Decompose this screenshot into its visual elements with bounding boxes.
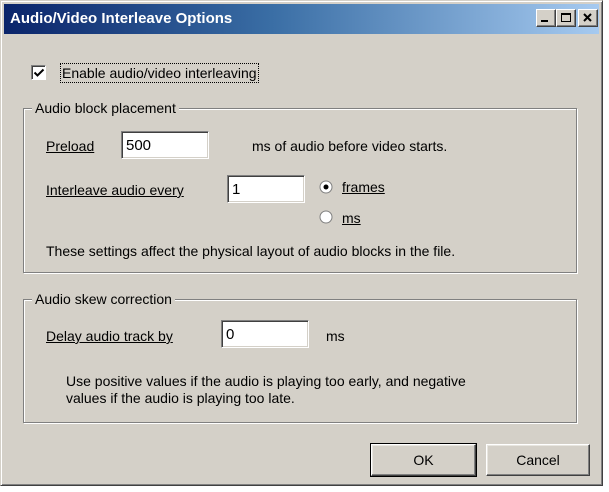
ms-label: ms bbox=[342, 209, 361, 227]
delay-label: Delay audio track by bbox=[46, 327, 173, 345]
enable-interleave-label: Enable audio/video interleaving bbox=[60, 63, 259, 83]
audio-block-placement-group: Audio block placement Preload ms of audi… bbox=[23, 99, 577, 273]
title-bar[interactable]: Audio/Video Interleave Options bbox=[4, 4, 599, 34]
preload-suffix: ms of audio before video starts. bbox=[252, 138, 448, 154]
delay-unit: ms bbox=[326, 328, 345, 344]
interleave-input[interactable] bbox=[227, 175, 305, 203]
maximize-button[interactable] bbox=[556, 9, 576, 27]
delay-label-text: Delay audio track by bbox=[46, 328, 173, 344]
skew-note-line1: Use positive values if the audio is play… bbox=[66, 373, 466, 389]
block-placement-note: These settings affect the physical layou… bbox=[46, 243, 456, 259]
radio-frames[interactable] bbox=[319, 180, 333, 194]
checkmark-icon bbox=[33, 68, 45, 77]
preload-input[interactable] bbox=[121, 131, 209, 159]
interleave-label: Interleave audio every bbox=[46, 181, 184, 199]
radio-ms[interactable] bbox=[319, 210, 333, 224]
cancel-button[interactable]: Cancel bbox=[486, 444, 590, 476]
audio-block-placement-title: Audio block placement bbox=[32, 99, 179, 117]
window-title: Audio/Video Interleave Options bbox=[10, 10, 233, 27]
enable-interleave-checkbox[interactable] bbox=[31, 65, 46, 80]
close-button[interactable] bbox=[578, 9, 598, 27]
close-icon bbox=[583, 13, 592, 22]
maximize-icon bbox=[561, 13, 571, 22]
minimize-button[interactable] bbox=[536, 9, 556, 27]
interleave-label-text: Interleave audio every bbox=[46, 182, 184, 198]
skew-note-line2: values if the audio is playing too late. bbox=[66, 390, 295, 406]
ok-button[interactable]: OK bbox=[370, 443, 477, 477]
audio-skew-correction-group: Audio skew correction Delay audio track … bbox=[23, 290, 577, 423]
audio-skew-correction-title: Audio skew correction bbox=[32, 290, 175, 308]
preload-label: Preload bbox=[46, 137, 94, 155]
frames-label: frames bbox=[342, 178, 385, 196]
frames-label-text: frames bbox=[342, 179, 385, 195]
preload-label-text: Preload bbox=[46, 138, 95, 154]
interleave-options-dialog: Audio/Video Interleave Options Enable au… bbox=[0, 0, 603, 486]
ms-label-text: ms bbox=[342, 210, 361, 226]
delay-input[interactable] bbox=[221, 320, 309, 348]
minimize-icon bbox=[541, 20, 548, 22]
